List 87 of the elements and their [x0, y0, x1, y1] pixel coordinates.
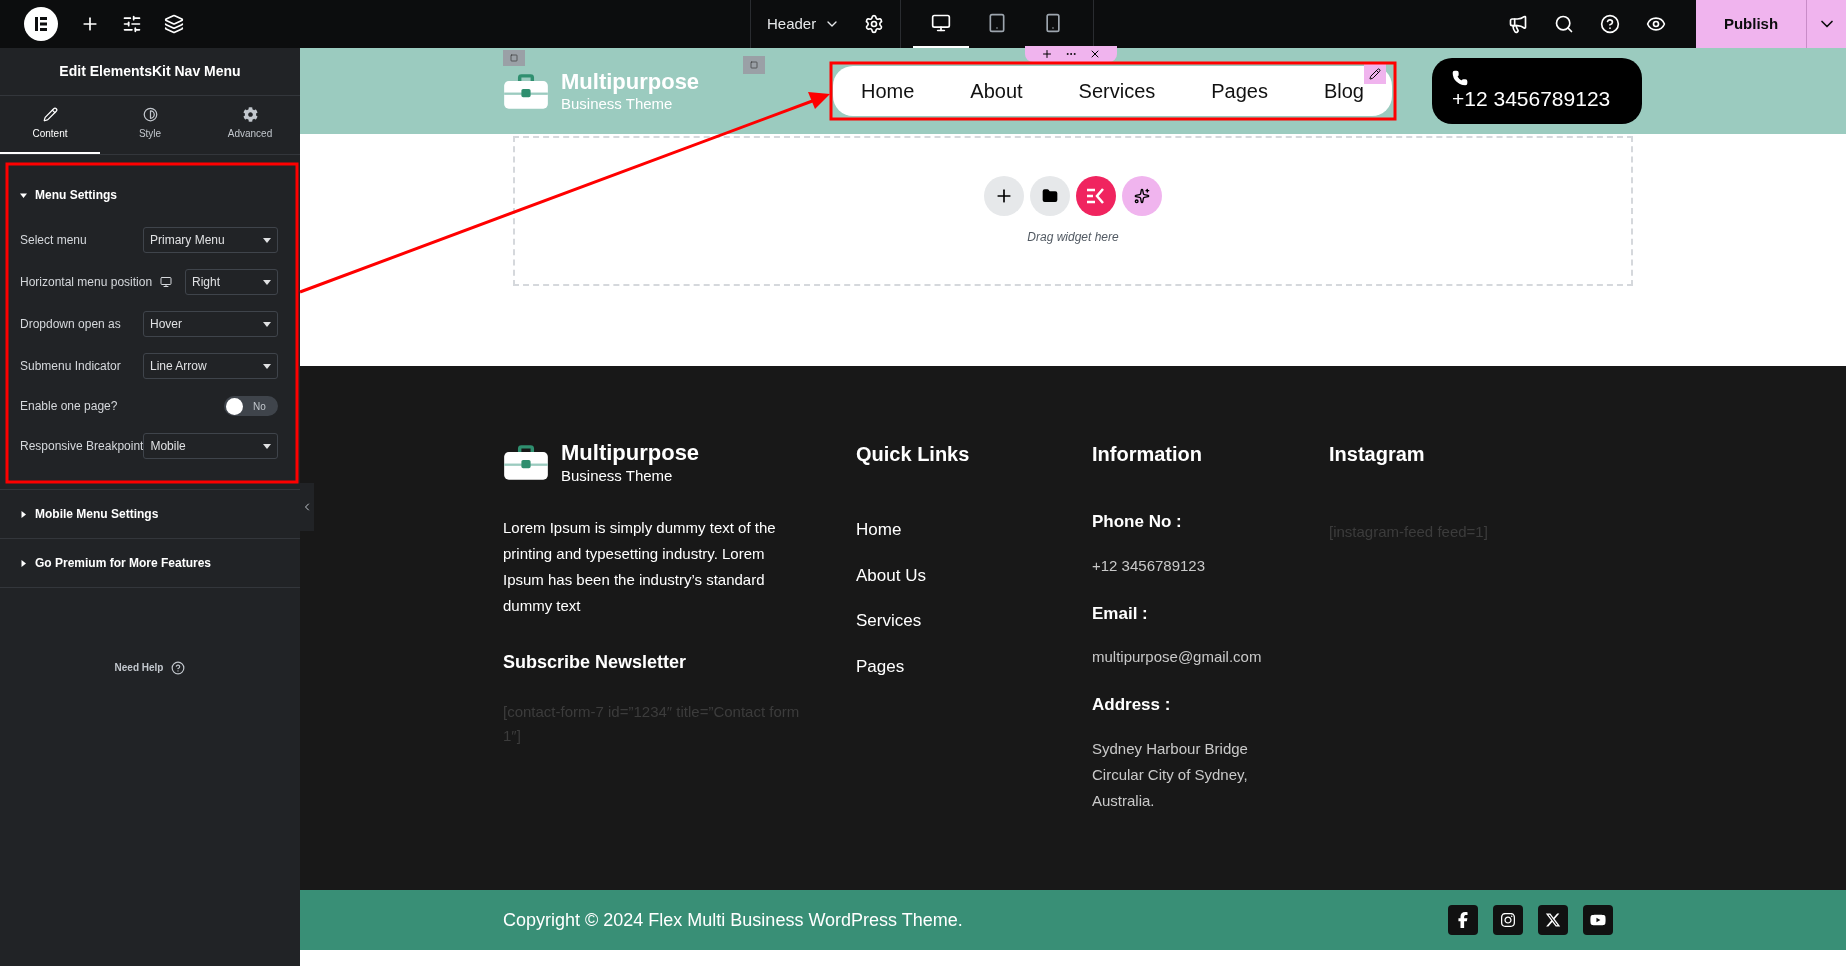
section-header[interactable]: Go Premium for More Features [20, 539, 212, 587]
section-header[interactable]: Menu Settings [20, 171, 117, 219]
briefcase-logo-icon [503, 72, 549, 110]
sliders-icon[interactable] [122, 14, 142, 34]
elementor-logo-icon[interactable] [24, 7, 58, 41]
column-title: Instagram [1329, 442, 1426, 467]
desktop-icon [931, 13, 952, 33]
select-field[interactable]: Right [185, 269, 278, 295]
caret-right-icon [20, 510, 27, 518]
section-header[interactable]: Mobile Menu Settings [20, 490, 159, 538]
select-field[interactable]: Line Arrow [143, 353, 278, 379]
caret-down-icon [263, 363, 271, 369]
panel-tab[interactable]: Advanced [200, 96, 300, 154]
panel-tab[interactable]: Style [100, 96, 200, 154]
select-field[interactable]: Primary Menu [143, 227, 278, 253]
caret-down-icon [263, 237, 271, 243]
panel-tab[interactable]: Content [0, 96, 100, 154]
column-title: Quick Links [856, 442, 971, 467]
edit-widget-icon[interactable] [1364, 64, 1386, 84]
caret-down-icon [20, 191, 27, 199]
instagram-icon[interactable] [1493, 905, 1523, 935]
document-dropdown[interactable]: Header [767, 12, 841, 36]
field-label: Responsive Breakpoint [20, 438, 144, 455]
field-label: Submenu Indicator [20, 358, 121, 375]
caret-down-icon [263, 321, 271, 327]
info-label: Email : [1092, 602, 1149, 625]
phone-icon [1452, 69, 1468, 86]
info-value: Sydney Harbour Bridge Circular City of Sydney, Australia. [1092, 738, 1249, 811]
container-handle-icon[interactable] [503, 50, 525, 66]
caret-down-icon [263, 443, 271, 449]
container-handle-icon[interactable] [743, 56, 765, 74]
help-link[interactable]: Need Help [114, 660, 164, 675]
nav-link[interactable]: Pages [1211, 76, 1268, 106]
footer-link[interactable]: Services [856, 608, 1092, 634]
widget-handle[interactable] [1025, 46, 1117, 62]
nav-link[interactable]: Blog [1323, 76, 1364, 106]
logo-title: Multipurpose [561, 439, 700, 467]
gear-icon [242, 107, 258, 122]
folder-icon[interactable] [1030, 176, 1070, 216]
info-label: Phone No : [1092, 511, 1183, 533]
footer-link[interactable]: Home [856, 517, 1092, 543]
add-icon[interactable] [984, 176, 1024, 216]
toggle-switch[interactable]: No [224, 396, 278, 416]
phone-button[interactable]: +12 3456789123 [1432, 58, 1642, 124]
logo-subtitle: Business Theme [561, 95, 674, 115]
settings-icon[interactable] [864, 14, 885, 34]
copyright-text: Copyright © 2024 Flex Multi Business WordPress Theme. [503, 908, 963, 932]
briefcase-logo-icon [503, 443, 549, 481]
field-label: Select menu [20, 232, 87, 249]
column-title: Information [1092, 442, 1203, 467]
plugin-icon[interactable] [1076, 176, 1116, 216]
info-value: multipurpose@gmail.com [1092, 647, 1262, 667]
caret-right-icon [20, 559, 27, 567]
layers-icon[interactable] [164, 14, 184, 34]
sparkles-icon[interactable] [1122, 176, 1162, 216]
x-icon[interactable] [1538, 905, 1568, 935]
pencil-icon [42, 107, 58, 122]
tablet-icon [987, 13, 1008, 33]
drop-hint: Drag widget here [1027, 229, 1119, 246]
contrast-icon [142, 107, 158, 122]
caret-down-icon [263, 279, 271, 285]
help-icon[interactable] [171, 660, 186, 675]
megaphone-icon[interactable] [1508, 14, 1528, 34]
logo-title: Multipurpose [561, 67, 700, 96]
select-field[interactable]: Hover [143, 311, 278, 337]
footer-link[interactable]: About Us [856, 562, 1092, 588]
nav-link[interactable]: About [970, 76, 1023, 106]
search-icon[interactable] [1554, 14, 1574, 34]
footer-link[interactable]: Pages [856, 653, 1092, 679]
logo-subtitle: Business Theme [561, 466, 674, 486]
info-value: +12 3456789123 [1092, 555, 1207, 576]
pencil-icon [1369, 68, 1381, 80]
field-label: Horizontal menu position [20, 274, 153, 291]
field-label: Enable one page? [20, 398, 118, 415]
youtube-icon[interactable] [1583, 905, 1613, 935]
panel-title: Edit ElementsKit Nav Menu [59, 62, 241, 81]
select-field[interactable]: Mobile [143, 433, 278, 459]
newsletter-title: Subscribe Newsletter [503, 651, 688, 675]
publish-button[interactable]: Publish [1696, 0, 1806, 48]
about-text: Lorem Ipsum is simply dummy text of the printing and typesetting industry. Lorem Ipsum has been the industry’s standard dummy text [503, 518, 777, 617]
field-label: Dropdown open as [20, 316, 121, 333]
preview-icon[interactable] [1646, 14, 1666, 34]
facebook-icon[interactable] [1448, 905, 1478, 935]
desktop-icon [160, 276, 173, 288]
nav-link[interactable]: Home [861, 76, 915, 106]
info-label: Address : [1092, 694, 1172, 716]
nav-link[interactable]: Services [1078, 76, 1156, 106]
